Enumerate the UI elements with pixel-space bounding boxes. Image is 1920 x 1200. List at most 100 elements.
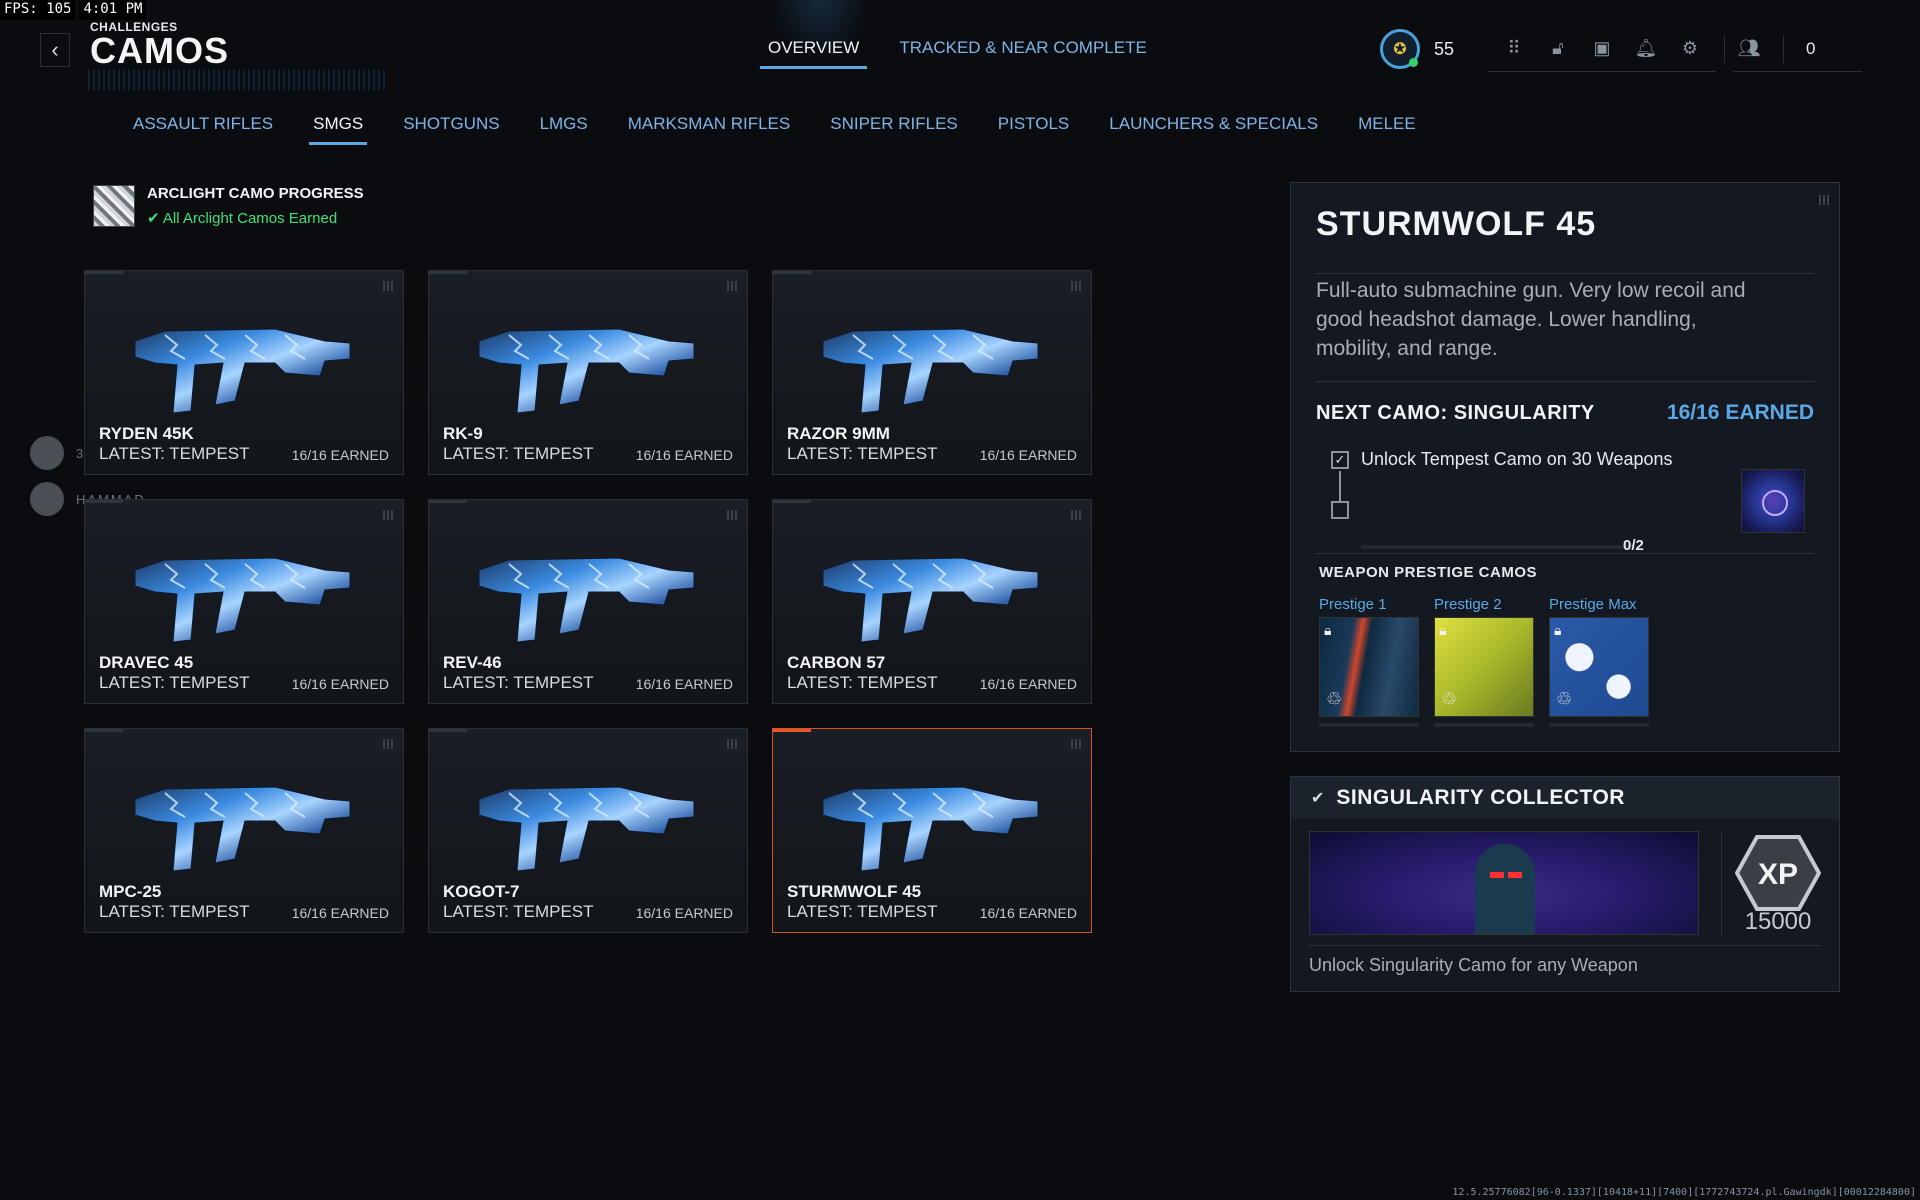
card-accent <box>773 729 811 732</box>
xp-icon-label: XP <box>1758 858 1798 891</box>
chevron-left-icon: ‹ <box>51 37 59 62</box>
arclight-camo-thumbnail <box>93 185 135 227</box>
back-button[interactable]: ‹ <box>40 33 70 67</box>
calling-card-eye <box>1508 872 1522 878</box>
tab-shotguns[interactable]: SHOTGUNS <box>403 114 499 142</box>
clock: 4:01 PM <box>79 0 147 20</box>
friends-indicator[interactable]: 👥︎ 0 <box>1733 26 1862 72</box>
tab-melee[interactable]: MELEE <box>1358 114 1416 142</box>
arclight-status-text: All Arclight Camos Earned <box>162 210 338 227</box>
tab-overview[interactable]: OVERVIEW <box>759 38 868 69</box>
weapon-camo-count: 16/16 EARNED <box>979 905 1077 921</box>
rank-icon[interactable]: ✪ <box>1380 29 1420 69</box>
arclight-title: ARCLIGHT CAMO PROGRESS <box>147 185 364 202</box>
camo-earned-count: 16/16 EARNED <box>1666 401 1814 424</box>
checkbox-checked-icon: ✓ <box>1331 451 1349 469</box>
checkmark-icon: ✔ <box>1311 790 1325 807</box>
weapon-image <box>822 786 1039 872</box>
prestige-icon: ♲ <box>1441 689 1458 709</box>
weapon-silhouette <box>822 786 1039 872</box>
unlock-icon[interactable]: 🔓︎ <box>1546 37 1570 61</box>
weapon-card[interactable]: RK-9 LATEST: TEMPEST 16/16 EARNED <box>428 270 748 475</box>
friends-count: 0 <box>1806 38 1816 58</box>
weapon-image <box>134 557 351 643</box>
weapon-silhouette <box>478 557 695 643</box>
prestige-progress-bar <box>1434 723 1534 727</box>
card-accent <box>429 500 467 503</box>
friends-icon: 👥︎ <box>1737 38 1761 58</box>
prestige-icon: ♲ <box>1556 689 1573 709</box>
weapon-latest-camo: LATEST: TEMPEST <box>443 902 594 921</box>
card-accent <box>429 729 467 732</box>
weapon-silhouette <box>822 557 1039 643</box>
card-accent <box>85 500 123 503</box>
tab-tracked[interactable]: TRACKED & NEAR COMPLETE <box>899 38 1147 66</box>
friends-divider <box>1783 34 1784 63</box>
page-title: CAMOS <box>90 30 229 71</box>
card-corner-icon <box>1071 510 1081 520</box>
gear-icon[interactable]: ⚙ <box>1678 37 1702 61</box>
weapon-camo-count: 16/16 EARNED <box>291 447 389 463</box>
weapon-name: RK-9 <box>443 424 483 443</box>
weapon-card[interactable]: MPC-25 LATEST: TEMPEST 16/16 EARNED <box>84 728 404 933</box>
weapon-card-selected[interactable]: STURMWOLF 45 LATEST: TEMPEST 16/16 EARNED <box>772 728 1092 933</box>
card-corner-icon <box>1071 739 1081 749</box>
weapon-card[interactable]: KOGOT-7 LATEST: TEMPEST 16/16 EARNED <box>428 728 748 933</box>
online-status-icon <box>1409 58 1418 67</box>
card-accent <box>85 271 123 274</box>
prestige-camo[interactable]: Prestige 2 🔒︎ ♲ <box>1434 596 1534 727</box>
panel-corner-icon <box>1819 195 1829 205</box>
weapon-silhouette <box>822 328 1039 414</box>
prestige-camo[interactable]: Prestige 1 🔒︎ ♲ <box>1319 596 1419 727</box>
weapon-detail-panel: STURMWOLF 45 Full-auto submachine gun. V… <box>1290 182 1840 752</box>
card-corner-icon <box>1071 281 1081 291</box>
singularity-camo-thumbnail[interactable] <box>1741 469 1805 533</box>
weapon-card[interactable]: REV-46 LATEST: TEMPEST 16/16 EARNED <box>428 499 748 704</box>
card-corner-icon <box>727 510 737 520</box>
weapon-card[interactable]: RAZOR 9MM LATEST: TEMPEST 16/16 EARNED <box>772 270 1092 475</box>
title-decoration <box>88 70 388 90</box>
avatar <box>30 482 64 516</box>
weapon-name: DRAVEC 45 <box>99 653 194 672</box>
weapon-name: KOGOT-7 <box>443 882 520 901</box>
tab-lmgs[interactable]: LMGS <box>540 114 588 142</box>
weapon-camo-count: 16/16 EARNED <box>291 676 389 692</box>
weapon-latest-camo: LATEST: TEMPEST <box>99 902 250 921</box>
divider <box>1309 945 1821 946</box>
card-corner-icon <box>383 739 393 749</box>
weapon-description: Full-auto submachine gun. Very low recoi… <box>1316 279 1746 360</box>
camera-icon[interactable]: ▣ <box>1590 37 1614 61</box>
build-string: 12.5.25776082[96-0.1337][10418+11][7400]… <box>1452 1187 1916 1198</box>
tab-smgs[interactable]: SMGS <box>309 114 368 145</box>
weapon-silhouette <box>134 786 351 872</box>
weapon-grid: RYDEN 45K LATEST: TEMPEST 16/16 EARNED RK-… <box>84 270 1092 933</box>
weapon-silhouette <box>478 786 695 872</box>
bell-icon[interactable]: 🔔︎ <box>1634 37 1658 61</box>
checkbox-connector <box>1339 471 1341 501</box>
weapon-latest-camo: LATEST: TEMPEST <box>443 444 594 463</box>
weapon-card[interactable]: RYDEN 45K LATEST: TEMPEST 16/16 EARNED <box>84 270 404 475</box>
tab-pistols[interactable]: PISTOLS <box>998 114 1070 142</box>
card-accent <box>773 271 811 274</box>
arclight-progress[interactable]: ARCLIGHT CAMO PROGRESS ✔ All Arclight Ca… <box>93 185 364 227</box>
weapon-latest-camo: LATEST: TEMPEST <box>99 444 250 463</box>
lock-icon: 🔒︎ <box>1324 622 1332 638</box>
challenge-progress-bar <box>1361 545 1636 549</box>
weapon-card[interactable]: DRAVEC 45 LATEST: TEMPEST 16/16 EARNED <box>84 499 404 704</box>
tab-launchers-specials[interactable]: LAUNCHERS & SPECIALS <box>1109 114 1318 142</box>
weapon-card[interactable]: CARBON 57 LATEST: TEMPEST 16/16 EARNED <box>772 499 1092 704</box>
weapon-latest-camo: LATEST: TEMPEST <box>787 444 938 463</box>
collector-calling-card <box>1309 831 1699 935</box>
collector-panel[interactable]: ✔ SINGULARITY COLLECTOR XP 15000 Unlock … <box>1290 776 1840 992</box>
detail-weapon-name: STURMWOLF 45 <box>1316 205 1597 243</box>
debug-overlay: FPS: 105 4:01 PM <box>0 0 147 20</box>
apps-grid-icon[interactable]: ⠿ <box>1502 37 1526 61</box>
tab-marksman-rifles[interactable]: MARKSMAN RIFLES <box>628 114 790 142</box>
card-corner-icon <box>383 281 393 291</box>
lock-icon: 🔒︎ <box>1439 622 1447 638</box>
header-right: ✪ 55 ⠿ 🔓︎ ▣ 🔔︎ ⚙ 👥︎ 0 <box>1380 26 1862 72</box>
weapon-camo-count: 16/16 EARNED <box>291 905 389 921</box>
tab-sniper-rifles[interactable]: SNIPER RIFLES <box>830 114 958 142</box>
tab-assault-rifles[interactable]: ASSAULT RIFLES <box>133 114 273 142</box>
prestige-camo[interactable]: Prestige Max 🔒︎ ♲ <box>1549 596 1649 727</box>
